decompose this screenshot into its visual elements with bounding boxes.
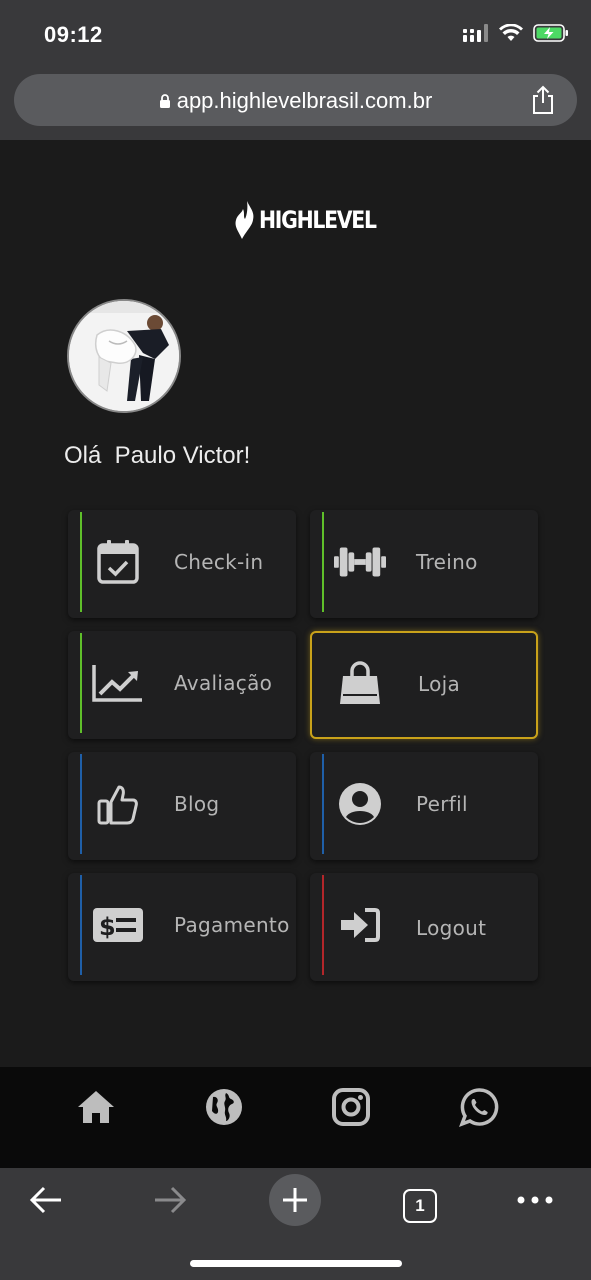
menu-card-check-in[interactable]: Check-in [68, 510, 296, 618]
thumbs-up-icon [92, 780, 144, 828]
card-accent [80, 512, 82, 612]
menu-card-treino[interactable]: Treino [310, 510, 538, 618]
dumbbell-icon [334, 538, 386, 586]
card-label: Logout [416, 916, 487, 940]
arrow-left-icon [29, 1186, 61, 1214]
cellular-signal-icon [463, 24, 488, 42]
tab-count: 1 [403, 1189, 437, 1223]
logo-text: HIGHLEVEL [259, 206, 377, 234]
greeting-text: Olá Paulo Victor! [64, 442, 251, 469]
svg-text:$: $ [99, 913, 116, 941]
browser-toolbar: 1 [0, 1168, 591, 1280]
menu-card-logout[interactable]: Logout [310, 873, 538, 981]
back-button[interactable] [26, 1176, 66, 1224]
avatar[interactable] [67, 299, 181, 413]
status-icons [463, 24, 569, 42]
highlevel-logo: HIGHLEVEL [233, 200, 396, 240]
card-accent [322, 512, 324, 612]
menu-card-loja[interactable]: Loja [310, 631, 538, 739]
menu-card-perfil[interactable]: Perfil [310, 752, 538, 860]
card-label: Perfil [416, 792, 468, 816]
card-accent [80, 754, 82, 854]
card-label: Check-in [174, 550, 264, 574]
shopping-bag-icon [334, 659, 386, 707]
money-bill-icon: $ [92, 901, 144, 949]
menu-card-avaliacao[interactable]: Avaliação [68, 631, 296, 739]
url-display[interactable]: app.highlevelbrasil.com.br [14, 88, 577, 114]
new-tab-button[interactable] [269, 1174, 321, 1226]
arrow-right-icon [155, 1186, 187, 1214]
address-bar[interactable]: app.highlevelbrasil.com.br [14, 74, 577, 126]
card-accent [80, 633, 82, 733]
menu-card-pagamento[interactable]: $ Pagamento [68, 873, 296, 981]
status-time: 09:12 [44, 22, 103, 47]
forward-button[interactable] [150, 1176, 190, 1224]
plus-icon [283, 1188, 307, 1212]
more-dots-icon [517, 1196, 553, 1204]
bottom-nav [0, 1067, 591, 1168]
share-icon[interactable] [527, 84, 559, 116]
calendar-check-icon [92, 538, 144, 586]
card-accent [322, 875, 324, 975]
user-circle-icon [334, 780, 386, 828]
card-accent [322, 754, 324, 854]
flame-logo-icon [235, 201, 254, 239]
card-label: Blog [174, 792, 220, 816]
sign-in-icon [334, 901, 386, 949]
wifi-icon [499, 24, 523, 41]
menu-card-blog[interactable]: Blog [68, 752, 296, 860]
browser-address-area: app.highlevelbrasil.com.br [0, 60, 591, 140]
home-indicator [190, 1260, 402, 1267]
home-icon[interactable] [76, 1087, 116, 1127]
battery-charging-icon [533, 24, 568, 42]
card-label: Avaliação [174, 671, 273, 695]
app-content: HIGHLEVEL Olá Paulo Victor! Check-in Tre… [0, 140, 591, 1067]
url-text: app.highlevelbrasil.com.br [176, 88, 433, 113]
instagram-icon[interactable] [331, 1087, 371, 1127]
avatar-photo [69, 301, 179, 411]
card-label: Pagamento [174, 913, 290, 937]
globe-icon[interactable] [204, 1087, 244, 1127]
tabs-button[interactable]: 1 [402, 1182, 438, 1230]
lock-icon [159, 94, 170, 108]
card-label: Treino [416, 550, 478, 574]
more-menu-button[interactable] [515, 1176, 555, 1224]
whatsapp-icon[interactable] [459, 1087, 499, 1127]
chart-line-icon [92, 659, 144, 707]
card-label: Loja [418, 672, 461, 696]
card-accent [80, 875, 82, 975]
